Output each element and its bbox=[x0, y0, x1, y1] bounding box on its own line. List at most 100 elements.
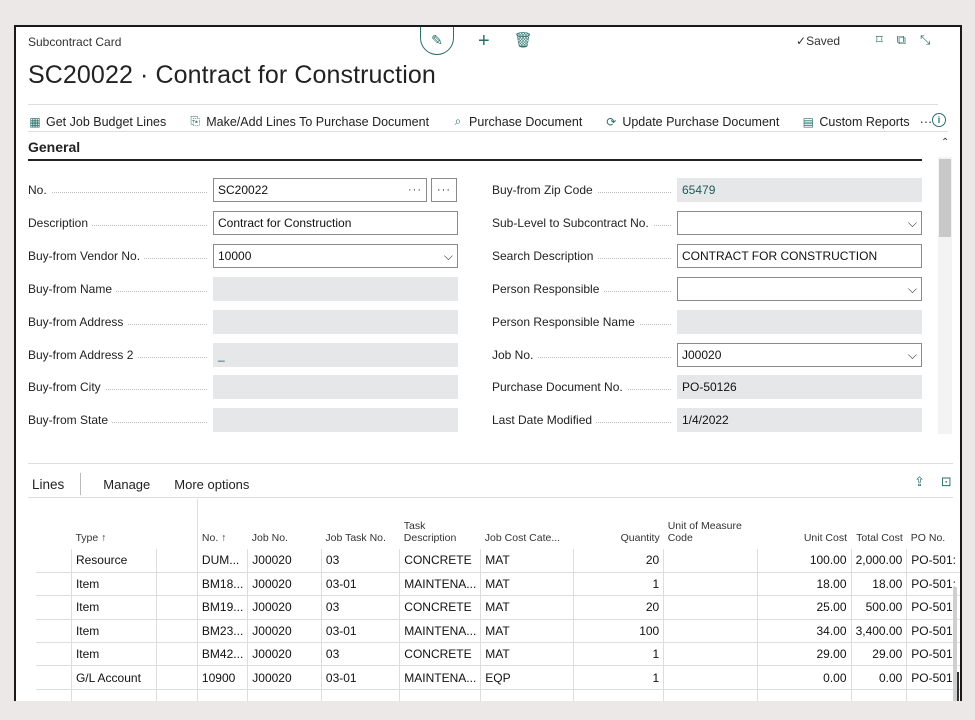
column-header-po-no[interactable]: PO No. bbox=[907, 499, 960, 549]
cell-job-no[interactable]: J00020 bbox=[247, 642, 322, 667]
info-icon[interactable]: i bbox=[932, 113, 946, 127]
collapse-section-icon[interactable]: ⌃ bbox=[941, 137, 949, 148]
table-row[interactable]: Item BM19... J00020 03 CONCRETE MAT 20 25.00 500… bbox=[36, 595, 960, 620]
row-selector[interactable] bbox=[36, 595, 72, 620]
column-header-no[interactable]: No. ↑ bbox=[196, 499, 248, 549]
cell-job-no[interactable] bbox=[247, 689, 322, 701]
cell-no[interactable]: DUM... bbox=[196, 549, 248, 573]
cell-total-cost[interactable]: 2,000.00 bbox=[850, 549, 907, 573]
cell-task-description[interactable]: CONCRETE bbox=[399, 595, 481, 620]
row-selector[interactable] bbox=[36, 549, 72, 573]
cell-total-cost[interactable]: 18.00 bbox=[850, 572, 907, 597]
cell-task-description[interactable] bbox=[399, 689, 481, 701]
column-header-unit-of-measure[interactable]: Unit of Measure Code bbox=[664, 499, 758, 549]
cell-type[interactable] bbox=[70, 689, 157, 701]
row-actions-cell[interactable] bbox=[155, 595, 198, 620]
row-selector[interactable] bbox=[36, 689, 72, 701]
description-input[interactable]: Contract for Construction bbox=[213, 211, 458, 235]
cell-no[interactable]: 10900 bbox=[196, 665, 248, 690]
cell-job-no[interactable]: J00020 bbox=[247, 665, 322, 690]
row-actions-cell[interactable] bbox=[155, 619, 198, 644]
edit-button[interactable]: ✎ bbox=[420, 27, 454, 55]
cell-type[interactable]: Item bbox=[70, 572, 157, 597]
cell-job-task-no[interactable]: 03 bbox=[320, 595, 400, 620]
table-row[interactable]: Item BM18... J00020 03-01 MAINTENA... MAT 1 18.… bbox=[36, 572, 960, 597]
cell-unit-cost[interactable]: 100.00 bbox=[757, 549, 852, 573]
column-header-job-task-no[interactable]: Job Task No. bbox=[321, 499, 399, 549]
general-section-title[interactable]: General bbox=[28, 139, 80, 155]
row-actions-cell[interactable] bbox=[155, 549, 198, 573]
buy-from-vendor-no-select[interactable]: 10000 ⌵ bbox=[213, 244, 458, 268]
cell-quantity[interactable] bbox=[573, 689, 664, 701]
cell-unit-of-measure[interactable] bbox=[663, 665, 758, 690]
no-input[interactable]: SC20022 ··· bbox=[213, 178, 427, 202]
cell-task-description[interactable]: CONCRETE bbox=[399, 549, 481, 573]
row-actions-cell[interactable] bbox=[155, 572, 198, 597]
cell-type[interactable]: Item bbox=[70, 642, 157, 667]
cell-job-no[interactable]: J00020 bbox=[247, 572, 322, 597]
person-responsible-select[interactable]: ⌵ bbox=[677, 277, 922, 301]
cell-task-description[interactable]: MAINTENA... bbox=[399, 665, 481, 690]
open-in-new-window-icon[interactable]: ⧉ bbox=[897, 32, 906, 48]
cell-unit-of-measure[interactable] bbox=[663, 572, 758, 597]
cell-unit-cost[interactable]: 0.00 bbox=[757, 665, 852, 690]
row-actions-cell[interactable] bbox=[155, 642, 198, 667]
cell-type[interactable]: G/L Account bbox=[70, 665, 157, 690]
column-header-job-cost-category[interactable]: Job Cost Cate... bbox=[481, 499, 574, 549]
column-header-type[interactable]: Type ↑ bbox=[71, 499, 156, 549]
cell-unit-cost[interactable]: 29.00 bbox=[757, 642, 852, 667]
purchase-document-button[interactable]: ⌕ Purchase Document bbox=[451, 114, 583, 129]
bookmark-icon[interactable]: ⌑ bbox=[876, 32, 883, 48]
collapse-icon[interactable]: ⤡ bbox=[920, 32, 930, 48]
cell-quantity[interactable]: 1 bbox=[573, 665, 664, 690]
more-actions-button[interactable]: ··· bbox=[920, 115, 933, 129]
cell-type[interactable]: Item bbox=[70, 595, 157, 620]
column-header-job-no[interactable]: Job No. bbox=[248, 499, 322, 549]
table-row[interactable] bbox=[36, 689, 960, 701]
row-selector[interactable] bbox=[36, 572, 72, 597]
cell-quantity[interactable]: 1 bbox=[573, 572, 664, 597]
cell-job-cost-category[interactable] bbox=[480, 689, 574, 701]
cell-job-task-no[interactable]: 03-01 bbox=[320, 665, 400, 690]
cell-unit-of-measure[interactable] bbox=[663, 595, 758, 620]
share-icon[interactable]: ⇪ bbox=[914, 474, 925, 490]
cell-unit-of-measure[interactable] bbox=[663, 642, 758, 667]
job-no-select[interactable]: J00020 ⌵ bbox=[677, 343, 922, 367]
delete-button[interactable]: 🗑 bbox=[514, 29, 533, 53]
cell-unit-cost[interactable]: 18.00 bbox=[757, 572, 852, 597]
cell-job-task-no[interactable] bbox=[320, 689, 400, 701]
cell-no[interactable] bbox=[196, 689, 248, 701]
cell-no[interactable]: BM23... bbox=[196, 619, 248, 644]
row-selector[interactable] bbox=[36, 642, 72, 667]
get-job-budget-lines-button[interactable]: ▦ Get Job Budget Lines bbox=[28, 115, 166, 129]
cell-type[interactable]: Item bbox=[70, 619, 157, 644]
cell-no[interactable]: BM18... bbox=[196, 572, 248, 597]
cell-task-description[interactable]: MAINTENA... bbox=[399, 619, 481, 644]
cell-job-no[interactable]: J00020 bbox=[247, 619, 322, 644]
cell-job-task-no[interactable]: 03-01 bbox=[320, 572, 400, 597]
scrollbar-thumb[interactable] bbox=[957, 672, 959, 701]
cell-job-no[interactable]: J00020 bbox=[247, 595, 322, 620]
cell-job-cost-category[interactable]: MAT bbox=[480, 595, 574, 620]
lines-title[interactable]: Lines bbox=[32, 477, 64, 492]
cell-job-task-no[interactable]: 03 bbox=[320, 549, 400, 573]
make-add-lines-button[interactable]: ⎘ Make/Add Lines To Purchase Document bbox=[188, 114, 429, 129]
update-purchase-document-button[interactable]: ⟳ Update Purchase Document bbox=[604, 115, 779, 129]
column-header-total-cost[interactable]: Total Cost bbox=[851, 499, 907, 549]
table-row[interactable]: Resource DUM... J00020 03 CONCRETE MAT 20 100.0… bbox=[36, 549, 960, 573]
table-row[interactable]: G/L Account 10900 J00020 03-01 MAINTENA... EQ… bbox=[36, 665, 960, 690]
cell-unit-of-measure[interactable] bbox=[663, 549, 758, 573]
cell-total-cost[interactable]: 3,400.00 bbox=[850, 619, 907, 644]
cell-job-cost-category[interactable]: MAT bbox=[480, 549, 574, 573]
search-description-input[interactable]: CONTRACT FOR CONSTRUCTION bbox=[677, 244, 922, 268]
cell-unit-of-measure[interactable] bbox=[663, 619, 758, 644]
manage-button[interactable]: Manage bbox=[103, 477, 150, 492]
custom-reports-button[interactable]: ▤ Custom Reports bbox=[801, 115, 910, 129]
cell-unit-cost[interactable]: 34.00 bbox=[757, 619, 852, 644]
cell-quantity[interactable]: 20 bbox=[573, 595, 664, 620]
cell-job-cost-category[interactable]: MAT bbox=[480, 642, 574, 667]
cell-total-cost[interactable]: 29.00 bbox=[850, 642, 907, 667]
cell-job-task-no[interactable]: 03-01 bbox=[320, 619, 400, 644]
cell-unit-cost[interactable]: 25.00 bbox=[757, 595, 852, 620]
column-header-quantity[interactable]: Quantity bbox=[574, 499, 664, 549]
